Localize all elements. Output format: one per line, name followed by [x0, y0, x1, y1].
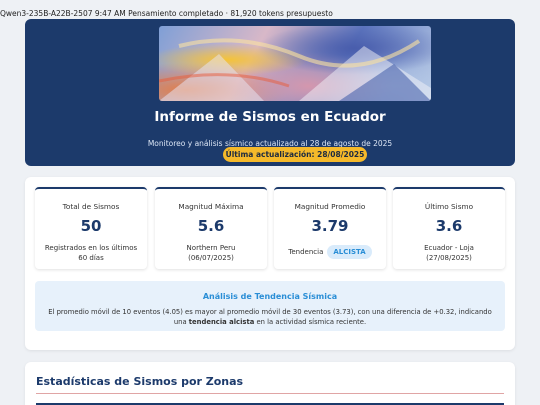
card-note: Registrados en los últimos 60 días — [44, 244, 138, 262]
card-label: Magnitud Promedio — [294, 202, 366, 211]
trend-analysis-text: El promedio móvil de 10 eventos (4.05) e… — [41, 307, 499, 327]
card-value: 3.79 — [311, 217, 349, 235]
trend-label: Tendencia — [288, 248, 324, 256]
trend-row: Tendencia ALCISTA — [274, 245, 386, 259]
card-note-date: (06/07/2025) — [188, 254, 234, 262]
trend-badge: ALCISTA — [327, 245, 372, 259]
last-earthquake-card: Último Sismo 3.6 Ecuador - Loja (27/08/2… — [393, 187, 505, 269]
card-label: Último Sismo — [424, 202, 474, 211]
card-note-location: Northern Peru — [186, 244, 236, 252]
status-bar-text: Qwen3-235B-A22B-2507 9:47 AM Pensamiento… — [0, 9, 333, 18]
page-title: Informe de Sismos en Ecuador — [154, 109, 386, 125]
zone-stats-section: Estadísticas de Sismos por Zonas — [25, 362, 515, 405]
card-label: Total de Sismos — [62, 202, 120, 211]
analysis-text-highlight: tendencia alcista — [188, 318, 255, 326]
max-magnitude-card: Magnitud Máxima 5.6 Northern Peru (06/07… — [155, 187, 267, 269]
trend-analysis-title: Análisis de Tendencia Sísmica — [202, 292, 338, 301]
card-label: Magnitud Máxima — [178, 202, 244, 211]
banner-image — [159, 26, 431, 101]
card-note-location: Ecuador - Loja — [424, 244, 474, 252]
total-earthquakes-card: Total de Sismos 50 Registrados en los úl… — [35, 187, 147, 269]
avg-magnitude-card: Magnitud Promedio 3.79 Tendencia ALCISTA — [274, 187, 386, 269]
card-note-date: (27/08/2025) — [426, 254, 472, 262]
card-note: Northern Peru (06/07/2025) — [161, 243, 261, 263]
card-value: 3.6 — [435, 217, 463, 235]
card-note: Ecuador - Loja (27/08/2025) — [399, 243, 499, 263]
summary-panel: Total de Sismos 50 Registrados en los úl… — [25, 177, 515, 350]
analysis-text-end: en la actividad sísmica reciente. — [256, 318, 367, 326]
card-value: 50 — [80, 217, 102, 235]
trend-analysis-box: Análisis de Tendencia Sísmica El promedi… — [35, 281, 505, 331]
section-divider — [36, 393, 504, 394]
report-header: Informe de Sismos en Ecuador Monitoreo y… — [25, 19, 515, 166]
last-update-badge: Última actualización: 28/08/2025 — [223, 147, 367, 162]
card-value: 5.6 — [197, 217, 225, 235]
section-title: Estadísticas de Sismos por Zonas — [36, 375, 244, 388]
